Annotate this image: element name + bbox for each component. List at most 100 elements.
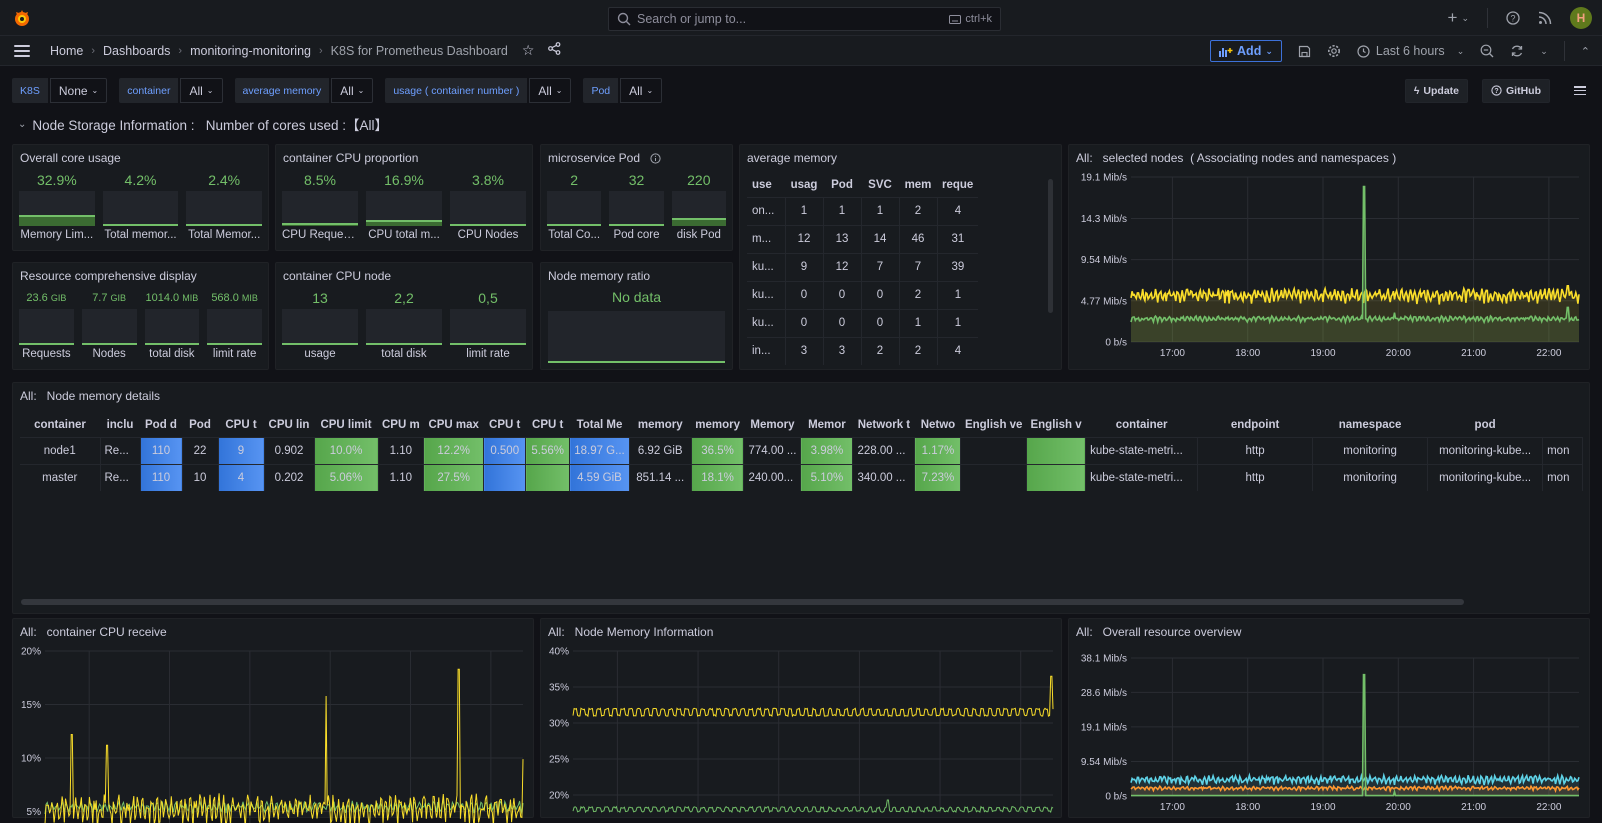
column-header[interactable]: CPU limit (314, 413, 378, 437)
column-header[interactable]: usag (785, 173, 823, 197)
column-header[interactable]: endpoint (1198, 413, 1313, 437)
horizontal-scrollbar[interactable] (21, 599, 1464, 605)
collapse-chevron-up-icon[interactable]: ⌃ (1581, 45, 1590, 58)
dashboard-menu-icon[interactable] (1574, 86, 1586, 95)
gauge-value: 0,5 (478, 287, 497, 309)
gauge-bar (450, 309, 526, 345)
bar-gauge: 16.9% CPU total m... (366, 169, 442, 244)
gauge-value: 2.4% (208, 169, 240, 191)
gauge-value-text: 1014.0 (145, 292, 180, 304)
menu-toggle-icon[interactable] (14, 44, 30, 57)
column-header[interactable]: CPU t (218, 413, 264, 437)
variable-select[interactable]: None ⌄ (49, 78, 108, 103)
column-header[interactable]: mem (899, 173, 937, 197)
x-tick-label: 21:00 (1461, 802, 1486, 813)
add-button[interactable]: Add ⌄ (1210, 40, 1282, 62)
column-header[interactable]: Pod (182, 413, 218, 437)
overall-resource-overview-chart[interactable]: 0 b/s 9.54 Mib/s 19.1 Mib/s 28.6 Mib/s 38.1 … (1069, 643, 1591, 823)
column-header[interactable]: Pod d (140, 413, 182, 437)
table-cell: 4.59 GiB (569, 463, 630, 491)
star-icon[interactable]: ☆ (522, 42, 535, 59)
grafana-logo-icon[interactable] (12, 8, 32, 28)
container-cpu-receive-chart[interactable]: 5% 10% 15% 20% (13, 643, 535, 823)
column-header[interactable]: reque (937, 173, 978, 197)
column-header[interactable]: use (747, 173, 785, 197)
gauge-fill (366, 343, 442, 345)
breadcrumb-folder[interactable]: monitoring-monitoring (190, 44, 311, 58)
column-header[interactable]: inclu (100, 413, 140, 437)
column-header[interactable]: CPU t (526, 413, 570, 437)
zoom-out-icon[interactable] (1480, 44, 1494, 58)
refresh-interval-dropdown[interactable]: ⌄ (1540, 46, 1548, 57)
column-header[interactable]: Network t (853, 413, 915, 437)
variable-select[interactable]: All ⌄ (331, 78, 374, 103)
variable-select[interactable]: All ⌄ (620, 78, 663, 103)
gauge-unit: GIB (110, 293, 127, 303)
column-header[interactable]: container (20, 413, 100, 437)
table-cell: on... (747, 196, 786, 225)
add-panel-icon (1219, 47, 1233, 57)
column-header[interactable]: memory (629, 413, 691, 437)
column-header[interactable]: CPU m (378, 413, 424, 437)
github-link[interactable]: ? GitHub (1482, 78, 1550, 103)
gauge-bar (282, 309, 358, 345)
gauge-fill (366, 220, 442, 226)
column-header[interactable]: SVC (861, 173, 899, 197)
table-cell: 1.17% (914, 436, 962, 464)
user-avatar[interactable]: H (1570, 7, 1592, 29)
search-input[interactable]: Search or jump to... ctrl+k (608, 7, 1001, 31)
column-header[interactable]: Memory (744, 413, 801, 437)
table-cell: 5.56% (525, 436, 571, 464)
column-header[interactable]: English v (1026, 413, 1085, 437)
panel-title: container CPU node (283, 269, 392, 283)
panel-microservice-pod: microservice Pod 2 Total Co... 32 Pod core 2… (540, 144, 733, 251)
time-range-picker[interactable]: Last 6 hours ⌄ (1357, 44, 1464, 58)
refresh-icon[interactable] (1510, 44, 1524, 58)
chevron-down-icon: ⌄ (1456, 45, 1465, 56)
column-header[interactable]: Memor (801, 413, 853, 437)
breadcrumb-home[interactable]: Home (50, 44, 83, 58)
share-icon[interactable] (548, 42, 561, 55)
variable-select[interactable]: All ⌄ (529, 78, 572, 103)
vertical-scrollbar[interactable] (1048, 179, 1053, 313)
save-icon[interactable] (1298, 45, 1311, 58)
gauge-value-text: 32 (628, 172, 645, 188)
chevron-down-icon: ⌄ (206, 86, 214, 95)
column-header[interactable]: CPU lin (264, 413, 314, 437)
column-header[interactable]: CPU max (424, 413, 484, 437)
settings-gear-icon[interactable] (1327, 44, 1341, 58)
table-cell: 774.00 ... (743, 436, 802, 464)
panel-overall-core-usage: Overall core usage 32.9% Memory Lim... 4.2… (12, 144, 269, 251)
gauge-label: Total memor... (104, 229, 177, 241)
gauge-fill (609, 224, 664, 226)
info-circle-icon: ? (1491, 85, 1502, 96)
variable-select[interactable]: All ⌄ (180, 78, 223, 103)
table-cell: http (1197, 463, 1314, 491)
column-header[interactable]: pod (1428, 413, 1543, 437)
column-header[interactable]: English ve (961, 413, 1027, 437)
update-link[interactable]: ϟ Update (1404, 78, 1468, 103)
news-rss-icon[interactable] (1538, 11, 1552, 25)
gauge-value-text: 32.9% (36, 172, 77, 188)
info-icon[interactable] (650, 152, 661, 164)
column-header[interactable]: Netwo (915, 413, 961, 437)
variable-pod: Pod All ⌄ (583, 78, 663, 103)
column-header[interactable]: Total Me (570, 413, 630, 437)
selected-nodes-chart[interactable]: 0 b/s 4.77 Mib/s 9.54 Mib/s 14.3 Mib/s 19.1 … (1069, 169, 1591, 369)
column-header[interactable]: container (1086, 413, 1198, 437)
breadcrumb-dashboards[interactable]: Dashboards (103, 44, 170, 58)
column-header[interactable]: memory (691, 413, 744, 437)
help-icon[interactable]: ? (1506, 11, 1520, 25)
table-cell: 5.06% (314, 463, 379, 491)
template-variables: K8S None ⌄ container All ⌄ average memory … (12, 78, 663, 103)
column-header[interactable] (1543, 413, 1583, 437)
column-header[interactable]: CPU t (484, 413, 526, 437)
column-header[interactable]: Pod (823, 173, 861, 197)
new-dropdown-button[interactable]: + ⌄ (1448, 8, 1469, 28)
column-header[interactable]: namespace (1313, 413, 1428, 437)
average-memory-table: use usag Pod SVC mem reque on... 1 1 1 2 4 m... 12 13… (747, 173, 979, 365)
row-header[interactable]: ⌄ Node Storage Information : Number of c… (18, 114, 388, 134)
node-memory-information-chart[interactable]: 20% 25% 30% 35% 40% (541, 643, 1063, 823)
gauge-value-text: 23.6 (26, 292, 48, 304)
node-memory-details-table: container inclu Pod d Pod CPU t CPU lin CPU li… (20, 413, 1584, 491)
